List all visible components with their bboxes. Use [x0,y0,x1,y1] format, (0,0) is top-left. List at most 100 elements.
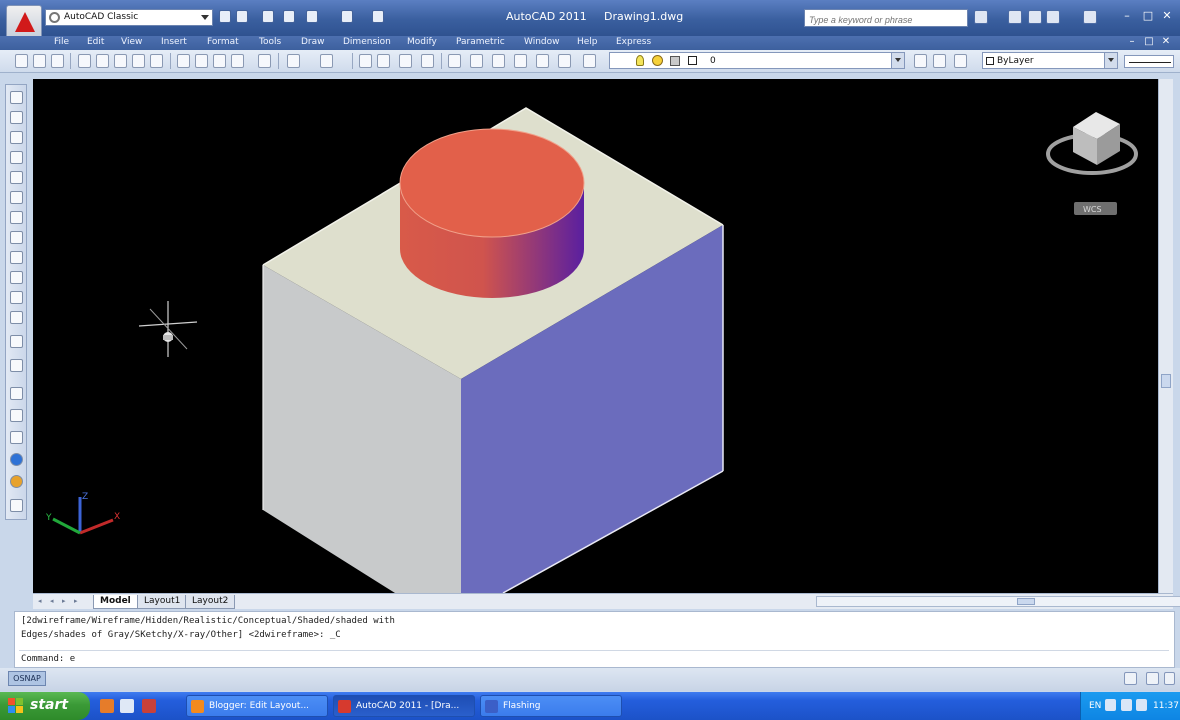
add-selected-icon[interactable] [10,499,23,512]
publish-icon[interactable] [114,54,127,68]
revision-cloud-icon[interactable] [10,231,23,244]
autocad-quicklaunch-icon[interactable] [142,699,156,713]
insert-block-icon[interactable] [10,311,23,324]
make-current-layer-icon[interactable] [914,54,927,68]
polygon-icon[interactable] [10,151,23,164]
redo-icon[interactable] [320,54,333,68]
save-icon[interactable] [262,10,274,23]
rectangle-icon[interactable] [10,171,23,184]
next-tab-button[interactable]: ▸ [62,597,70,605]
menu-edit[interactable]: Edit [87,37,104,47]
zoom-window-icon[interactable] [399,54,412,68]
quickcalc-icon[interactable] [558,54,571,68]
help-icon[interactable] [583,54,596,68]
design-center-icon[interactable] [470,54,483,68]
layer-state-icon[interactable] [954,54,967,68]
minimize-button[interactable]: – [1120,9,1134,23]
zoom-realtime-icon[interactable] [377,54,390,68]
ellipse-arc-icon[interactable] [10,291,23,304]
workspace-switch-icon[interactable] [1124,672,1137,685]
properties-icon[interactable] [448,54,461,68]
markup-icon[interactable] [536,54,549,68]
hatch-icon[interactable] [10,387,23,400]
first-tab-button[interactable]: ◂ [38,597,46,605]
redo-icon[interactable] [341,10,353,23]
point-icon[interactable] [10,359,23,372]
copy-icon[interactable] [195,54,208,68]
menu-draw[interactable]: Draw [301,37,325,47]
speaker-icon[interactable] [1105,699,1116,711]
osnap-toggle[interactable]: OSNAP [8,671,46,686]
prev-tab-button[interactable]: ◂ [50,597,58,605]
network-icon[interactable] [1121,699,1132,711]
make-block-icon[interactable] [10,335,23,348]
plot-icon[interactable] [283,10,295,23]
menu-help[interactable]: Help [577,37,598,47]
menu-insert[interactable]: Insert [161,37,187,47]
polyline-icon[interactable] [10,131,23,144]
antivirus-icon[interactable] [1136,699,1147,711]
workspace-selector[interactable]: AutoCAD Classic [45,9,213,26]
menu-express[interactable]: Express [616,37,651,47]
menu-format[interactable]: Format [207,37,239,47]
doc-close-button[interactable]: ✕ [1160,36,1172,47]
sheet-set-icon[interactable] [514,54,527,68]
undo-icon[interactable] [287,54,300,68]
paste-icon[interactable] [213,54,226,68]
last-tab-button[interactable]: ▸ [74,597,82,605]
menu-dimension[interactable]: Dimension [343,37,391,47]
taskbar-item-flashing[interactable]: Flashing [480,695,622,717]
globe-icon[interactable] [150,54,163,68]
block-editor-icon[interactable] [258,54,271,68]
construction-line-icon[interactable] [10,111,23,124]
open-icon[interactable] [236,10,248,23]
star-icon[interactable] [1028,10,1042,24]
undo-icon[interactable] [306,10,318,23]
plot-icon[interactable] [78,54,91,68]
lock-icon[interactable] [1146,672,1159,685]
3d-dwf-icon[interactable] [132,54,145,68]
command-prompt[interactable]: Command: e [21,654,75,664]
table-icon[interactable] [10,453,23,466]
doc-minimize-button[interactable]: – [1126,36,1138,47]
layer-previous-icon[interactable] [933,54,946,68]
tab-layout2[interactable]: Layout2 [185,595,236,609]
taskbar-item-autocad[interactable]: AutoCAD 2011 - [Dra... [333,695,475,717]
tab-model[interactable]: Model [93,595,138,609]
cylinder-top-face[interactable] [399,128,585,238]
binoculars-icon[interactable] [974,10,988,24]
multiline-text-icon[interactable] [10,475,23,488]
vertical-scrollbar[interactable] [1158,79,1173,593]
search-input[interactable] [804,9,968,27]
vertical-scroll-thumb[interactable] [1161,374,1171,388]
key-icon[interactable] [1008,10,1022,24]
tab-layout1[interactable]: Layout1 [137,595,188,609]
doc-restore-button[interactable]: □ [1143,36,1155,47]
linetype-control-dropdown[interactable] [1124,55,1174,68]
taskbar-item-blogger[interactable]: Blogger: Edit Layout... [186,695,328,717]
qnew-icon[interactable] [15,54,28,68]
save-icon[interactable] [51,54,64,68]
document-icon[interactable] [120,699,134,713]
ellipse-icon[interactable] [10,271,23,284]
close-button[interactable]: ✕ [1160,9,1174,23]
line-icon[interactable] [10,91,23,104]
circle-icon[interactable] [10,211,23,224]
horizontal-scrollbar[interactable] [816,596,1180,607]
cut-icon[interactable] [177,54,190,68]
language-indicator[interactable]: EN [1089,701,1101,711]
horizontal-scroll-thumb[interactable] [1017,598,1035,605]
color-control-dropdown[interactable]: ByLayer [982,52,1118,69]
match-properties-icon[interactable] [231,54,244,68]
open-icon[interactable] [33,54,46,68]
viewcube[interactable]: WCS [1046,112,1138,215]
clean-screen-icon[interactable] [1164,672,1175,685]
menu-file[interactable]: File [54,37,69,47]
zoom-previous-icon[interactable] [421,54,434,68]
menu-parametric[interactable]: Parametric [456,37,505,47]
region-icon[interactable] [10,431,23,444]
menu-window[interactable]: Window [524,37,560,47]
pan-icon[interactable] [359,54,372,68]
menu-modify[interactable]: Modify [407,37,437,47]
gradient-icon[interactable] [10,409,23,422]
